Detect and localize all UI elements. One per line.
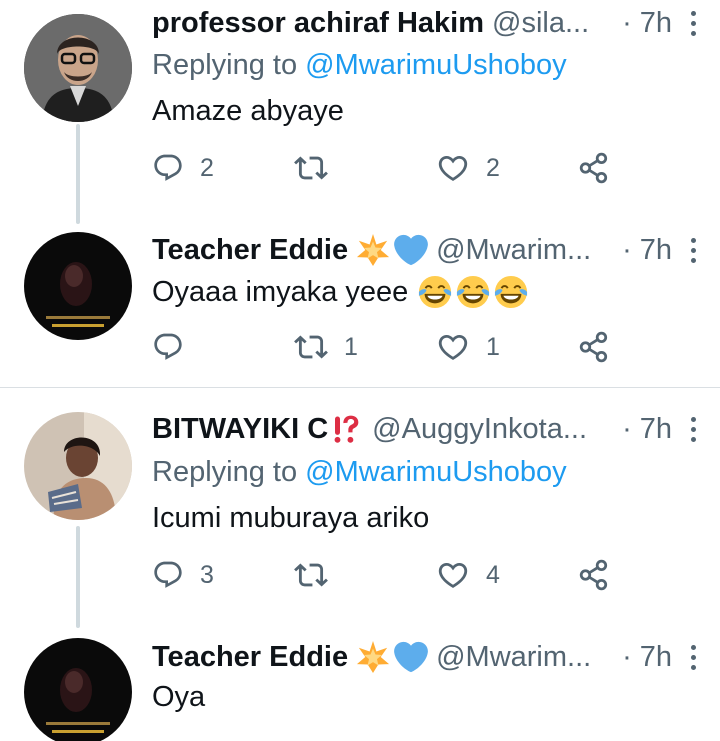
retweet-icon <box>294 558 328 592</box>
retweet-button[interactable] <box>294 148 344 188</box>
tweet-text: Oya <box>152 681 206 713</box>
mention-link[interactable]: @MwarimuUshoboy <box>305 456 567 488</box>
glowing-star-icon <box>356 233 390 267</box>
retweet-button[interactable]: 1 <box>294 327 358 367</box>
replying-to-label: Replying to <box>152 49 298 81</box>
avatar[interactable] <box>24 412 132 520</box>
replying-to: Replying to @MwarimuUshoboy <box>152 452 567 492</box>
separator-dot: · <box>622 234 632 266</box>
display-name[interactable]: Teacher Eddie <box>152 230 348 270</box>
share-button[interactable] <box>578 148 610 188</box>
reply-icon <box>152 331 184 363</box>
tweet-header: BITWAYIKI C @AuggyInkota... · 7h <box>152 409 700 449</box>
user-handle[interactable]: @AuggyInkota... <box>372 409 614 449</box>
tweet-header: Teacher Eddie @Mwarim... · 7h <box>152 230 700 270</box>
glowing-star-icon <box>356 640 390 674</box>
more-options-icon[interactable] <box>686 10 700 36</box>
display-name[interactable]: Teacher Eddie <box>152 637 348 677</box>
reply-button[interactable]: 3 <box>152 555 214 595</box>
replying-to: Replying to @MwarimuUshoboy <box>152 45 567 85</box>
tweet-header: Teacher Eddie @Mwarim... · 7h <box>152 637 700 677</box>
tweet-text: Icumi muburaya ariko <box>152 502 430 534</box>
blue-heart-icon <box>394 640 428 674</box>
share-icon <box>578 331 610 363</box>
tweet[interactable]: Teacher Eddie @Mwarim... · 7h Oyaaa imya… <box>0 222 720 387</box>
like-count: 4 <box>486 560 500 589</box>
display-name[interactable]: professor achiraf Hakim <box>152 3 484 43</box>
mention-link[interactable]: @MwarimuUshoboy <box>305 49 567 81</box>
separator-dot: · <box>622 641 632 673</box>
thread-line <box>76 124 80 224</box>
retweet-icon <box>294 151 328 185</box>
like-count: 2 <box>486 153 500 182</box>
user-handle[interactable]: @Mwarim... <box>436 230 614 270</box>
tweet-header: professor achiraf Hakim @sila... · 7h <box>152 3 700 43</box>
timestamp[interactable]: 7h <box>640 3 672 43</box>
tweet-text: Oyaaa imyaka yeee <box>152 276 409 308</box>
tweet[interactable]: Teacher Eddie @Mwarim... · 7h Oya <box>0 628 720 741</box>
timestamp[interactable]: 7h <box>640 637 672 677</box>
timestamp[interactable]: 7h <box>640 230 672 270</box>
share-button[interactable] <box>578 327 610 367</box>
avatar[interactable] <box>24 14 132 122</box>
separator-dot: · <box>622 7 632 39</box>
like-icon <box>436 151 470 185</box>
exclamation-question-icon <box>330 414 360 444</box>
tweet-actions: 1 1 <box>152 327 622 367</box>
tweet-actions: 3 4 <box>152 555 622 595</box>
tweet-text-row: Oyaaa imyaka yeee <box>152 272 528 312</box>
share-icon <box>578 559 610 591</box>
like-button[interactable]: 1 <box>436 327 500 367</box>
tweet[interactable]: professor achiraf Hakim @sila... · 7h Re… <box>0 0 720 224</box>
reply-icon <box>152 152 184 184</box>
like-icon <box>436 330 470 364</box>
timestamp[interactable]: 7h <box>640 409 672 449</box>
replying-to-label: Replying to <box>152 456 298 488</box>
retweet-icon <box>294 330 328 364</box>
user-handle[interactable]: @sila... <box>492 3 614 43</box>
avatar[interactable] <box>24 638 132 741</box>
display-name[interactable]: BITWAYIKI C <box>152 409 328 449</box>
tears-of-joy-icon <box>456 275 490 309</box>
reply-count: 2 <box>200 153 214 182</box>
tears-of-joy-icon <box>418 275 452 309</box>
tweet[interactable]: BITWAYIKI C @AuggyInkota... · 7h Replyin… <box>0 388 720 628</box>
reply-count: 3 <box>200 560 214 589</box>
share-button[interactable] <box>578 555 610 595</box>
more-options-icon[interactable] <box>686 644 700 670</box>
like-count: 1 <box>486 332 500 361</box>
retweet-count: 1 <box>344 332 358 361</box>
reply-button[interactable] <box>152 327 200 367</box>
tweet-text: Amaze abyaye <box>152 95 344 127</box>
retweet-button[interactable] <box>294 555 344 595</box>
separator-dot: · <box>622 413 632 445</box>
user-handle[interactable]: @Mwarim... <box>436 637 614 677</box>
like-button[interactable]: 2 <box>436 148 500 188</box>
tears-of-joy-icon <box>494 275 528 309</box>
like-icon <box>436 558 470 592</box>
reply-icon <box>152 559 184 591</box>
avatar[interactable] <box>24 232 132 340</box>
thread-line <box>76 526 80 628</box>
share-icon <box>578 152 610 184</box>
tweet-actions: 2 2 <box>152 148 622 188</box>
like-button[interactable]: 4 <box>436 555 500 595</box>
more-options-icon[interactable] <box>686 237 700 263</box>
reply-button[interactable]: 2 <box>152 148 214 188</box>
more-options-icon[interactable] <box>686 416 700 442</box>
blue-heart-icon <box>394 233 428 267</box>
